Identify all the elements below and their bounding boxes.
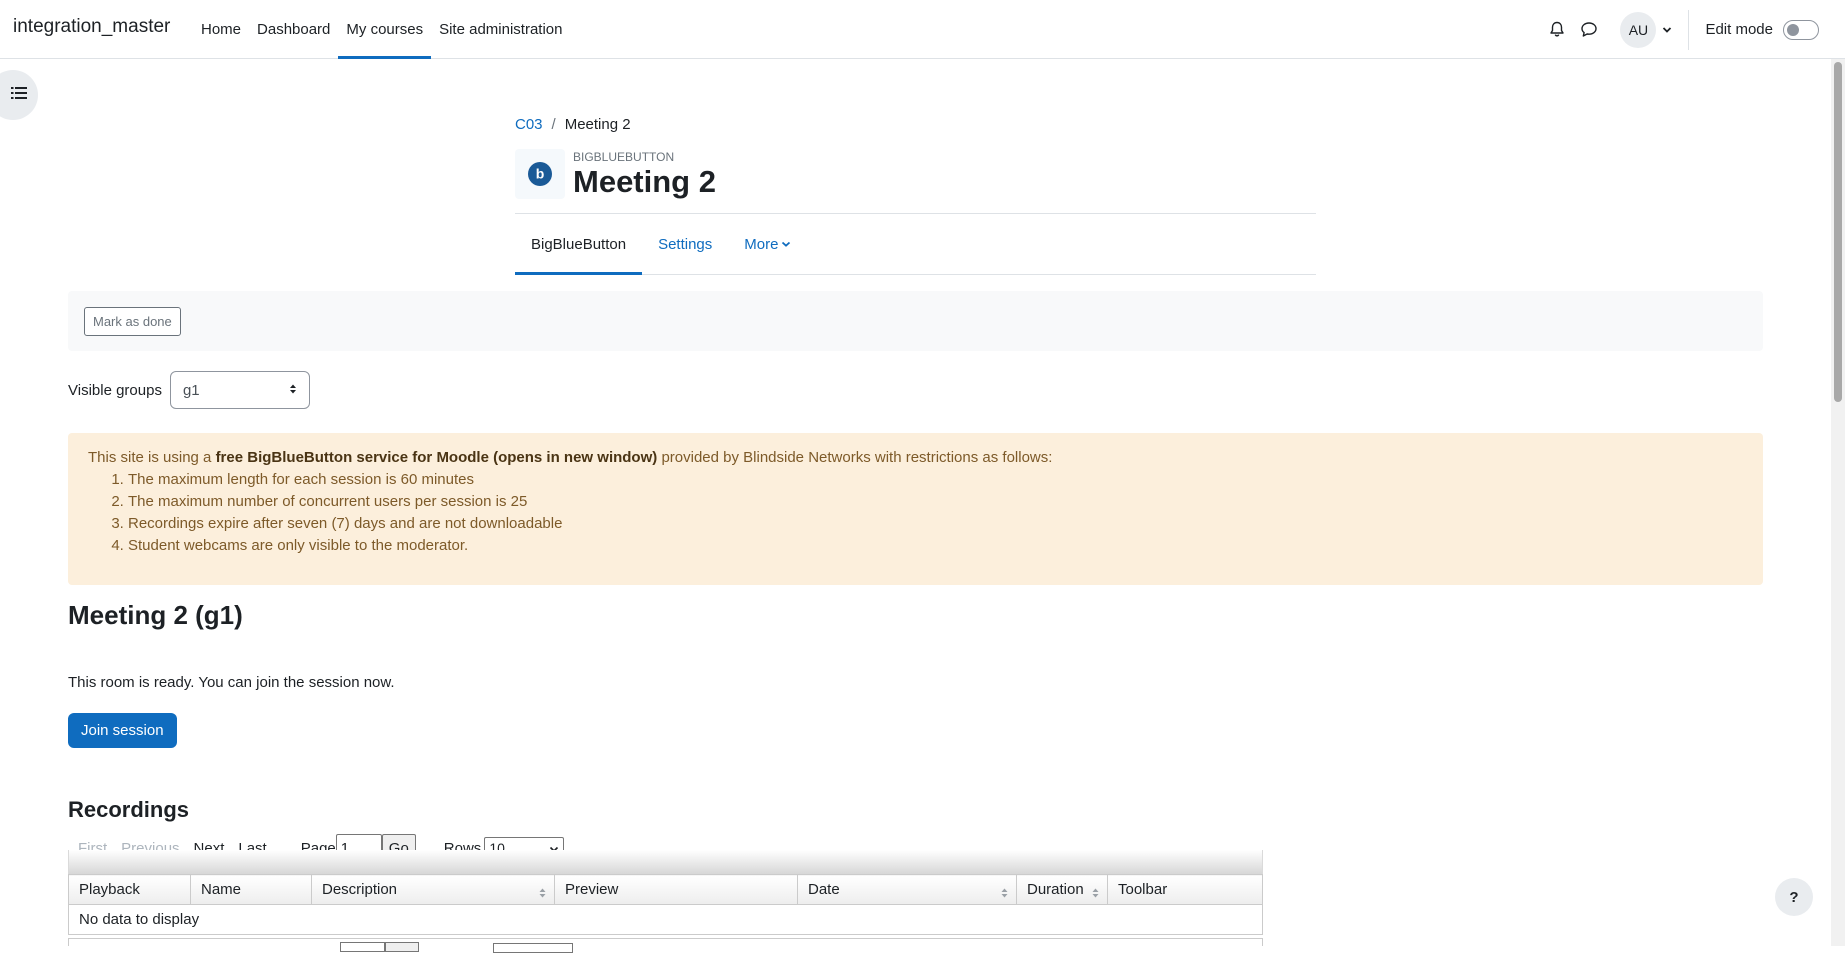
breadcrumb-current: Meeting 2 (564, 116, 631, 133)
page-title: Meeting 2 (573, 164, 716, 199)
page-number-input-bottom[interactable] (340, 942, 385, 952)
room-title: Meeting 2 (g1) (68, 600, 243, 630)
col-duration[interactable]: Duration (1016, 874, 1108, 905)
activity-type-label: BIGBLUEBUTTON (573, 150, 675, 164)
alert-suffix: provided by Blindside Networks with rest… (661, 449, 1053, 466)
visible-groups-select[interactable]: g1 (169, 371, 310, 409)
service-notice-alert: This site is using a free BigBlueButton … (68, 433, 1763, 585)
chevron-down-icon (781, 240, 791, 248)
table-row: No data to display (68, 904, 1263, 935)
col-duration-label: Duration (1027, 881, 1084, 898)
select-arrows-icon (289, 382, 297, 399)
col-name[interactable]: Name (190, 874, 312, 905)
primary-navigation: Home Dashboard My courses Site administr… (193, 0, 571, 59)
tab-settings[interactable]: Settings (642, 214, 728, 274)
recordings-heading: Recordings (68, 797, 190, 822)
top-navbar: integration_master Home Dashboard My cou… (0, 0, 1845, 59)
col-preview[interactable]: Preview (554, 874, 798, 905)
edit-mode-switch[interactable]: Edit mode (1689, 19, 1845, 40)
avatar[interactable]: AU (1620, 11, 1657, 48)
toggle-knob (1787, 23, 1799, 36)
restriction-item: Recordings expire after seven (7) days a… (128, 513, 1743, 535)
recordings-table: Playback Name Description Preview Date D… (68, 874, 1263, 935)
sort-icon (1092, 885, 1099, 902)
alert-prefix: This site is using a (88, 449, 212, 466)
col-playback[interactable]: Playback (68, 874, 191, 905)
site-brand[interactable]: integration_master (13, 16, 170, 38)
nav-dashboard[interactable]: Dashboard (249, 0, 338, 59)
help-button[interactable]: ? (1775, 878, 1813, 916)
group-selector: Visible groups g1 (68, 371, 310, 409)
edit-mode-toggle[interactable] (1783, 19, 1819, 40)
tab-more-label: More (744, 235, 779, 253)
nav-site-administration[interactable]: Site administration (431, 0, 570, 59)
activity-completion-bar: Mark as done (68, 291, 1763, 351)
breadcrumb-course[interactable]: C03 (515, 116, 543, 133)
course-index-toggle[interactable] (0, 70, 38, 120)
scrollbar-thumb[interactable] (1834, 62, 1842, 402)
alert-service-link[interactable]: free BigBlueButton service for Moodle (o… (216, 449, 658, 466)
secondary-navigation: BigBlueButton Settings More (515, 213, 1316, 275)
table-header-bar (68, 850, 1263, 874)
nav-my-courses[interactable]: My courses (338, 0, 431, 59)
nav-home[interactable]: Home (193, 0, 249, 59)
bigbluebutton-icon: b (515, 149, 565, 199)
edit-mode-label: Edit mode (1705, 21, 1773, 38)
breadcrumb-separator: / (551, 116, 556, 133)
chevron-down-icon[interactable] (1662, 26, 1672, 34)
chat-icon[interactable] (1574, 15, 1604, 45)
empty-table-message: No data to display (68, 904, 1263, 935)
col-description-label: Description (322, 881, 398, 898)
page-scrollbar[interactable] (1831, 59, 1845, 946)
room-status-text: This room is ready. You can join the ses… (68, 674, 395, 691)
rows-per-page-select-bottom[interactable] (493, 943, 573, 953)
table-header-row: Playback Name Description Preview Date D… (68, 874, 1263, 905)
bottom-paginator-partial (68, 938, 1263, 953)
col-date-label: Date (808, 881, 840, 898)
breadcrumb: C03 / Meeting 2 (515, 116, 631, 133)
course-index-icon (11, 86, 27, 104)
visible-groups-value: g1 (182, 381, 200, 399)
bell-icon[interactable] (1542, 15, 1572, 45)
go-button-bottom[interactable] (385, 942, 419, 952)
alert-intro: This site is using a free BigBlueButton … (88, 447, 1743, 469)
restrictions-list: The maximum length for each session is 6… (88, 469, 1743, 557)
navbar-right: AU Edit mode (1542, 0, 1845, 59)
restriction-item: Student webcams are only visible to the … (128, 535, 1743, 557)
col-date[interactable]: Date (797, 874, 1017, 905)
mark-as-done-button[interactable]: Mark as done (84, 307, 181, 336)
sort-icon (539, 885, 546, 902)
restriction-item: The maximum length for each session is 6… (128, 469, 1743, 491)
sort-icon (1001, 885, 1008, 902)
bbb-icon-letter: b (536, 166, 545, 182)
col-toolbar[interactable]: Toolbar (1107, 874, 1263, 905)
restriction-item: The maximum number of concurrent users p… (128, 491, 1743, 513)
join-session-button[interactable]: Join session (68, 713, 177, 748)
col-description[interactable]: Description (311, 874, 555, 905)
tab-bigbluebutton[interactable]: BigBlueButton (515, 214, 643, 275)
tab-more[interactable]: More (728, 214, 807, 274)
user-menu[interactable]: AU (1620, 11, 1688, 48)
visible-groups-label: Visible groups (68, 381, 162, 399)
